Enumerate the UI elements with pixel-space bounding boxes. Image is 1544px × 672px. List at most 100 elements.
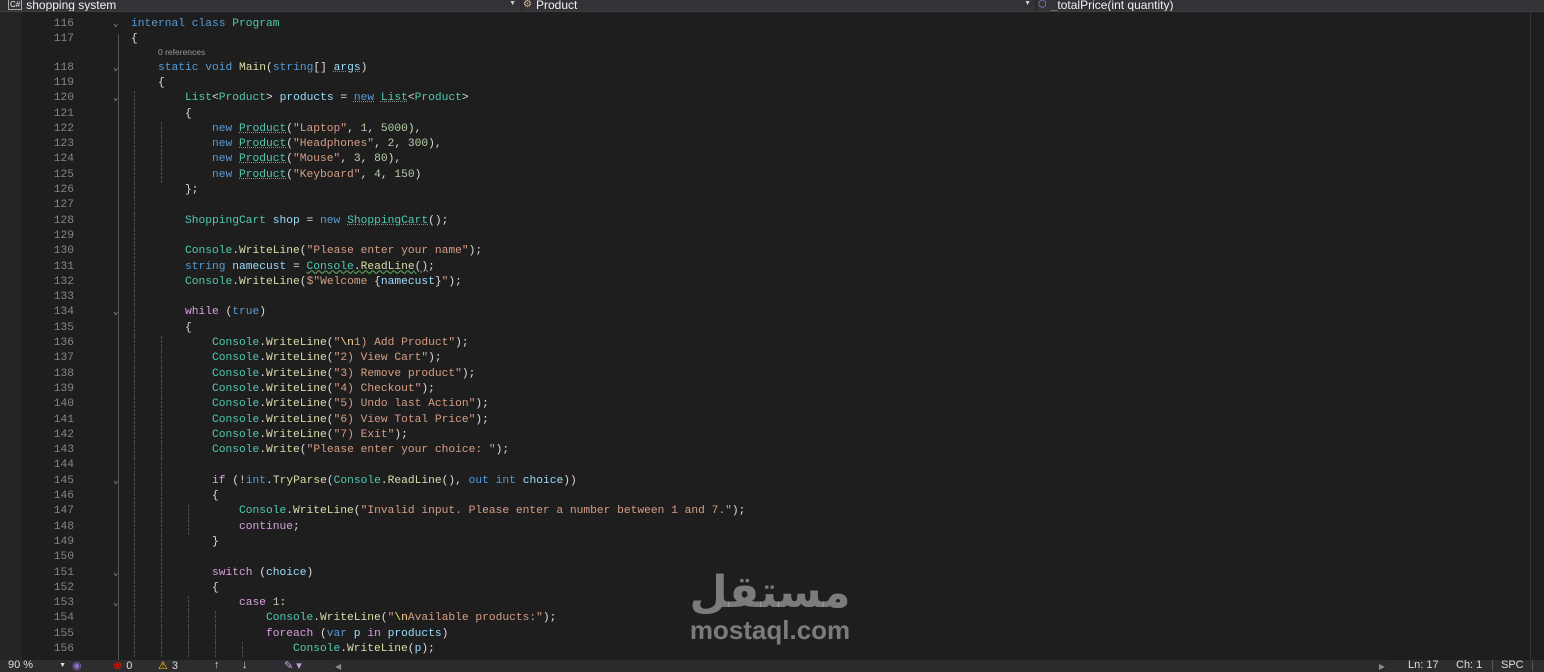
code-line[interactable]: 118 ⌄ static void Main(string[] args) [22,61,1530,76]
copilot-icon[interactable]: ◉ [72,660,82,672]
code-line[interactable]: 144 [22,458,1530,474]
code-line[interactable]: 116 ⌄ internal class Program [22,17,1530,32]
code-token: ( [407,643,415,655]
scroll-right-icon[interactable]: ▶ [1379,662,1385,671]
code-line[interactable]: 138 Console.WriteLine("3) Remove product"… [22,366,1530,382]
line-number: 155 [53,627,74,640]
code-line[interactable]: 124 new Product("Mouse", 3, 80), [22,152,1530,168]
line-number: 136 [53,337,74,349]
line-number: 150 [53,551,74,564]
code-token: WriteLine [293,505,354,518]
code-token: , [367,122,381,135]
code-line[interactable]: 122 new Product("Laptop", 1, 5000), [22,121,1530,138]
errors-indicator[interactable]: ⊗ 0 [113,660,132,672]
indent-guide [188,626,189,642]
indent-guide [134,259,135,275]
code-token: = [333,92,354,105]
code-line[interactable]: 137 Console.WriteLine("2) View Cart"); [22,351,1530,367]
code-line[interactable]: 147 Console.WriteLine("Invalid input. Ple… [22,504,1530,520]
code-line[interactable]: 119 { [22,76,1530,91]
code-line[interactable]: 121 { [22,106,1530,122]
code-token: while [185,306,226,319]
code-line[interactable]: 126}; [22,183,1530,199]
code-token: ( [299,275,307,288]
indent-guide [161,519,162,535]
indent-guide [134,320,135,336]
code-line[interactable]: 134 ⌄ while (true) [22,305,1530,321]
code-line[interactable]: 149} [22,534,1530,551]
code-token: Main [239,61,267,74]
code-line[interactable]: 130 Console.WriteLine("Please enter your … [22,244,1530,260]
code-token: 80 [374,153,388,166]
codelens-references[interactable]: 0 references [158,47,205,57]
code-line[interactable]: 128 ShoppingCart shop = new ShoppingCart(… [22,213,1530,229]
code-line[interactable]: 135 { [22,320,1530,336]
code-line[interactable]: 131 string namecust = Console.ReadLine(); [22,259,1530,275]
line-number: 154 [53,612,74,625]
code-token: . [353,260,361,273]
vertical-scrollbar[interactable] [1530,12,1544,660]
type-dropdown[interactable]: ⚙ Product ▼ [523,0,1035,11]
code-token: Product [239,168,287,181]
code-token: Console [212,337,260,349]
code-line[interactable]: 154 Console.WriteLine("\nAvailable produc… [22,611,1530,627]
warnings-indicator[interactable]: ⚠ 3 [158,660,178,672]
code-text: new Product("Headphones", 2, 300), [212,137,442,152]
code-line[interactable]: 145 ⌄ if (!int.TryParse(Console.ReadLine()… [22,473,1530,489]
code-line[interactable]: 155 foreach (var p in products) [22,626,1530,642]
code-line[interactable]: 140 Console.WriteLine("5) Undo last Actio… [22,397,1530,413]
code-token: ( [299,444,307,457]
code-text: Console.WriteLine("5) Undo last Action")… [212,397,489,412]
zoom-dropdown[interactable]: 90 % ▼ [8,660,66,671]
code-cleanup-icon[interactable]: ✎ ▾ [284,660,302,672]
code-line[interactable]: 136 Console.WriteLine("\n1) Add Product")… [22,336,1530,352]
code-token: Available products:" [407,612,543,625]
code-editor[interactable]: 116 ⌄ internal class Program 117 {0 referenc… [22,12,1530,660]
code-line[interactable]: 120 ⌄ List<Product> products = new List<Pr… [22,91,1530,107]
code-token: args [333,61,361,74]
code-token: > [461,92,469,105]
code-line[interactable]: 151 ⌄ switch (choice) [22,565,1530,581]
code-token: ); [468,245,483,258]
project-dropdown[interactable]: C# shopping system ▼ [8,0,520,11]
code-line[interactable]: 148 continue; [22,519,1530,535]
fold-chevron-icon[interactable]: ⌄ [113,17,118,32]
code-line[interactable]: 143 Console.Write("Please enter your choi… [22,443,1530,459]
code-line[interactable]: 153 ⌄ case 1: [22,596,1530,612]
arrow-up-icon[interactable]: ↑ [214,660,220,671]
whitespace-indicator[interactable]: SPC [1492,660,1533,671]
scroll-left-icon[interactable]: ◀ [335,662,341,671]
code-text: Console.WriteLine("Please enter your nam… [185,244,482,259]
code-line[interactable]: 152 { [22,580,1530,597]
code-line[interactable]: 142 Console.WriteLine("7) Exit"); [22,427,1530,444]
code-token: 1 [272,597,280,610]
arrow-down-icon[interactable]: ↓ [242,660,248,671]
horizontal-scrollbar[interactable]: ◀ ▶ [335,660,1385,672]
code-line[interactable]: 123 new Product("Headphones", 2, 300), [22,137,1530,153]
code-line[interactable]: 139 Console.WriteLine("4) Checkout"); [22,381,1530,398]
code-line[interactable]: 127 [22,198,1530,214]
member-dropdown[interactable]: ⬡ _totalPrice(int quantity) [1038,0,1544,11]
code-token: , [374,138,388,151]
code-line[interactable]: 146 { [22,489,1530,505]
code-line[interactable]: 117 { [22,32,1530,47]
line-number-indicator[interactable]: Ln: 17 [1408,660,1439,671]
code-line[interactable]: 141 Console.WriteLine("6) View Total Pric… [22,412,1530,428]
code-line[interactable]: 129 [22,228,1530,245]
code-line[interactable]: 125 new Product("Keyboard", 4, 150) [22,167,1530,183]
code-line[interactable]: 156 Console.WriteLine(p); [22,642,1530,658]
code-token: new [212,122,240,135]
code-line[interactable]: 132 Console.WriteLine($"Welcome {namecust… [22,274,1530,291]
code-text: Console.WriteLine("\n1) Add Product"); [212,336,469,351]
line-number: 141 [53,413,74,426]
indent-guide [161,626,162,642]
code-line[interactable]: 133 [22,290,1530,306]
code-text: Console.WriteLine("2) View Cart"); [212,351,442,366]
column-indicator[interactable]: Ch: 1 [1456,660,1482,671]
code-token: 300 [407,138,429,151]
code-token: }; [185,184,199,196]
code-line[interactable]: 150 [22,550,1530,566]
line-number: 148 [53,520,74,533]
line-number: 144 [53,459,74,472]
line-number: 121 [53,107,74,120]
